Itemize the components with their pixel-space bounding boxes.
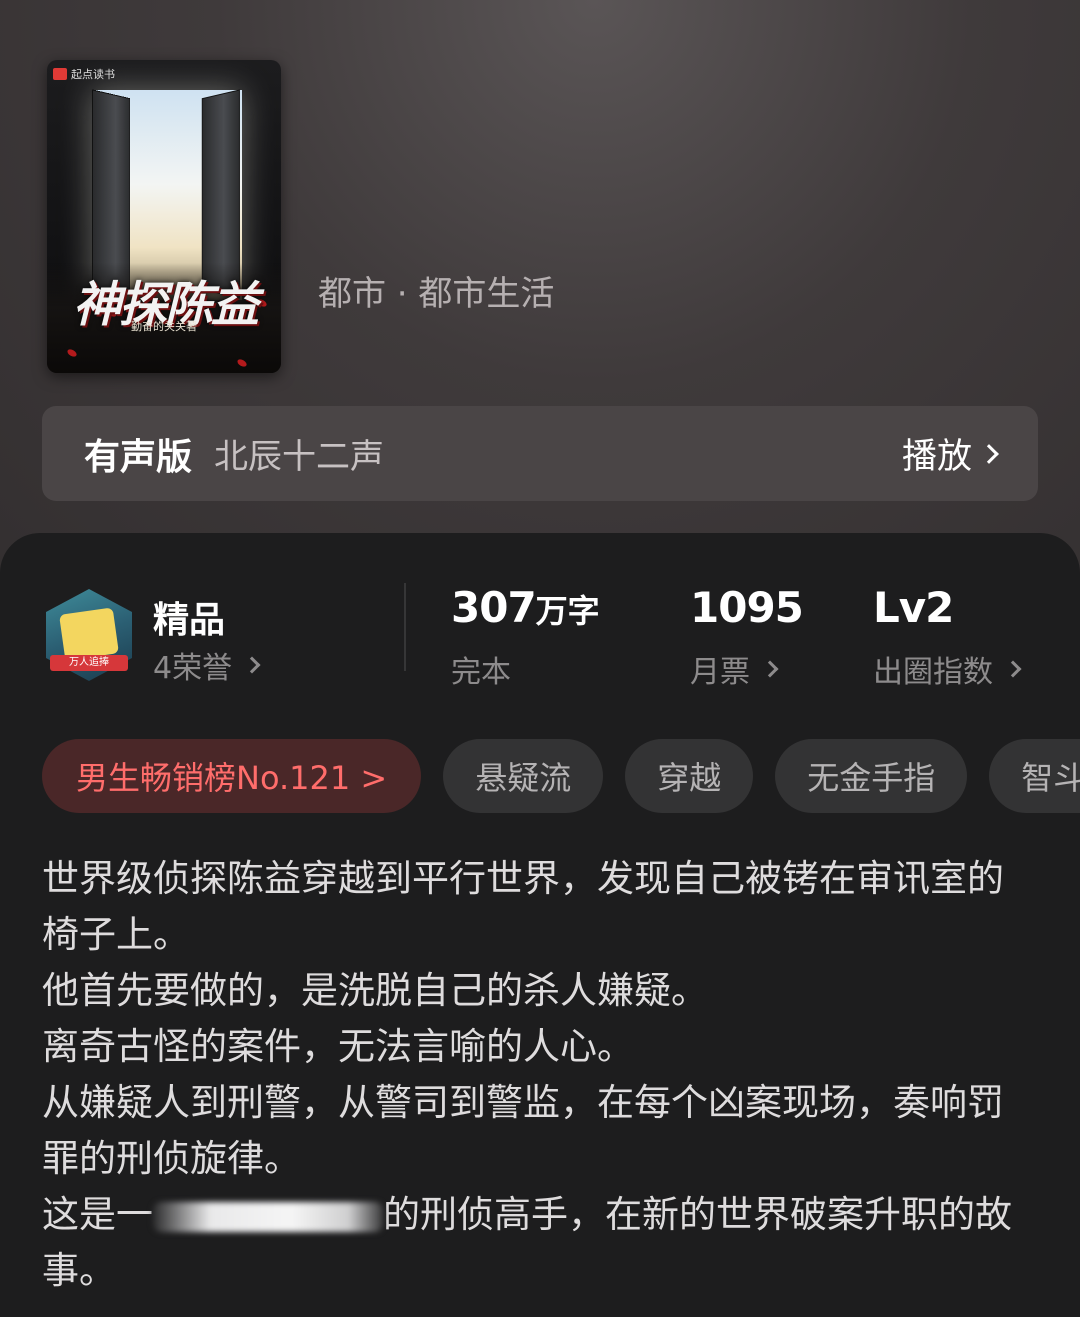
play-label: 播放 <box>901 437 972 477</box>
ranking-tag[interactable]: 男生畅销榜No.121 > <box>42 739 422 813</box>
chevron-right-icon <box>1004 660 1022 678</box>
book-info-sheet: 万人追捧 精品 4荣誉 307万字 完本 1095 月票 Lv2 出圈指数 男生… <box>0 533 1080 1317</box>
audiobook-label: 有声版 <box>84 436 193 478</box>
book-cover[interactable]: 起点读书 神探陈益 勤奋的关关著 <box>47 60 281 373</box>
monthly-ticket-label: 月票 <box>690 655 750 690</box>
synopsis-line: 这是一 的刑侦高手，在新的世界破案升职的故事。 <box>42 1187 1038 1299</box>
completion-label: 完本 <box>451 655 511 690</box>
cover-brand-text: 起点读书 <box>71 68 115 81</box>
word-count-unit: 万字 <box>535 592 600 630</box>
influence-value: Lv2 <box>873 583 954 632</box>
chevron-right-icon <box>979 443 999 464</box>
tag-list: 男生畅销榜No.121 > 悬疑流 穿越 无金手指 智斗 <box>42 739 1080 813</box>
monthly-ticket-link[interactable]: 月票 <box>690 647 779 691</box>
word-count-value: 307 <box>451 583 537 632</box>
header-background: 起点读书 神探陈益 勤奋的关关著 都市 · 都市生活 有声版 北辰十二声 播放 <box>0 0 1080 600</box>
influence-link[interactable]: 出圈指数 <box>873 647 1022 691</box>
word-count: 307万字 <box>451 583 600 632</box>
synopsis-line: 离奇古怪的案件，无法言喻的人心。 <box>42 1025 634 1068</box>
qidian-logo-icon <box>53 68 67 80</box>
badge-emblem <box>59 607 119 661</box>
monthly-ticket-count: 1095 <box>690 583 804 632</box>
chevron-right-icon <box>761 660 779 678</box>
stats-row: 万人追捧 精品 4荣誉 307万字 完本 1095 月票 Lv2 出圈指数 <box>0 533 1080 703</box>
tag-item[interactable]: 悬疑流 <box>443 739 604 813</box>
synopsis[interactable]: 世界级侦探陈益穿越到平行世界，发现自己被铐在审讯室的椅子上。 他首先要做的，是洗… <box>42 851 1038 1299</box>
cover-brand: 起点读书 <box>53 66 115 82</box>
quality-title: 精品 <box>153 600 226 641</box>
synopsis-line-start: 这是一 <box>42 1193 153 1236</box>
audiobook-bar[interactable]: 有声版 北辰十二声 播放 <box>42 406 1038 501</box>
quality-badge-icon: 万人追捧 <box>44 589 134 689</box>
tag-item[interactable]: 无金手指 <box>775 739 968 813</box>
badge-ribbon: 万人追捧 <box>50 655 128 671</box>
redacted-text <box>153 1201 383 1232</box>
synopsis-line: 从嫌疑人到刑警，从警司到警监，在每个凶案现场，奏响罚罪的刑侦旋律。 <box>42 1081 1004 1180</box>
honors-label: 4荣誉 <box>153 651 233 686</box>
stats-divider <box>404 583 406 671</box>
influence-label: 出圈指数 <box>873 655 993 690</box>
completion-status: 完本 <box>451 647 511 691</box>
synopsis-line: 他首先要做的，是洗脱自己的杀人嫌疑。 <box>42 969 708 1012</box>
tag-item[interactable]: 智斗 <box>989 739 1080 813</box>
play-button[interactable]: 播放 <box>901 428 999 479</box>
cover-author: 勤奋的关关著 <box>131 320 197 333</box>
chevron-right-icon <box>243 656 261 674</box>
synopsis-line: 世界级侦探陈益穿越到平行世界，发现自己被铐在审讯室的椅子上。 <box>42 857 1004 956</box>
tag-item[interactable]: 穿越 <box>625 739 754 813</box>
book-genre: 都市 · 都市生活 <box>318 274 555 314</box>
influence-level: Lv2 <box>873 583 954 632</box>
audiobook-narrator: 北辰十二声 <box>214 437 385 477</box>
monthly-ticket-value: 1095 <box>690 583 804 632</box>
honors-link[interactable]: 4荣誉 <box>153 643 261 687</box>
